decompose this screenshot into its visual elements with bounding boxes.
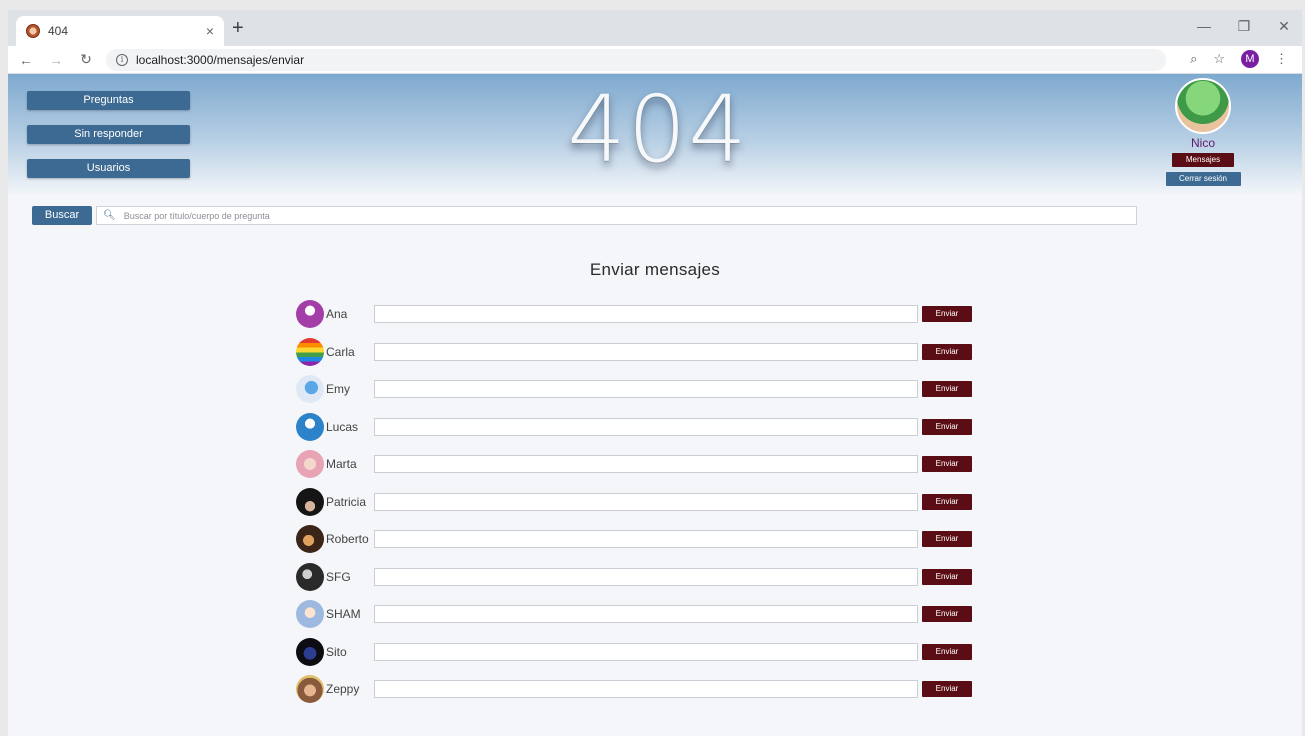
page-title: Enviar mensajes: [589, 260, 721, 279]
window-close-icon[interactable]: ✕: [1276, 18, 1292, 35]
enviar-button[interactable]: Enviar: [922, 643, 972, 660]
header-banner: Preguntas Sin responder Usuarios 404 Nic…: [8, 74, 1302, 194]
message-input[interactable]: [374, 417, 918, 436]
search-bar: Buscar 🔍︎ Buscar por título/cuerpo de pr…: [32, 206, 1137, 225]
new-tab-icon[interactable]: +: [232, 18, 244, 38]
page-content: Preguntas Sin responder Usuarios 404 Nic…: [8, 74, 1302, 736]
enviar-button[interactable]: Enviar: [922, 418, 972, 435]
favicon-icon: [26, 24, 40, 38]
user-row: SHAM Enviar: [296, 599, 972, 629]
message-input[interactable]: [374, 455, 918, 473]
user-avatar[interactable]: [1175, 78, 1231, 134]
user-row-name: Patricia: [326, 494, 367, 509]
user-row-name: Marta: [326, 457, 357, 471]
enviar-button[interactable]: Enviar: [922, 456, 972, 472]
user-row-name: Ana: [326, 307, 348, 321]
nav-sin-responder-button[interactable]: Sin responder: [27, 125, 190, 144]
user-row: SFG Enviar: [296, 562, 972, 592]
browser-window: 404 × + — ❐ ✕ ← → ↻ i localhost:3000/men…: [8, 10, 1302, 736]
user-row: Roberto Enviar: [296, 524, 972, 554]
enviar-button[interactable]: Enviar: [922, 381, 972, 397]
user-row: Lucas Enviar: [296, 412, 972, 442]
user-avatar-icon: [296, 525, 324, 553]
message-input[interactable]: [374, 342, 918, 361]
mensajes-button[interactable]: Mensajes: [1172, 153, 1234, 167]
tab-close-icon[interactable]: ×: [206, 23, 214, 39]
address-bar[interactable]: i localhost:3000/mensajes/enviar: [106, 48, 1166, 71]
user-avatar-icon: [296, 562, 324, 591]
user-avatar-icon: [296, 600, 324, 628]
user-panel: Nico Mensajes Cerrar sesión: [1163, 78, 1243, 186]
user-row: Zeppy Enviar: [296, 674, 972, 704]
message-input[interactable]: [374, 680, 918, 698]
user-avatar-icon: [296, 675, 324, 703]
user-row-name: SHAM: [326, 607, 361, 621]
user-row: Carla Enviar: [296, 337, 972, 367]
message-input[interactable]: [374, 605, 918, 623]
user-avatar-icon: [296, 337, 324, 366]
user-row: Emy Enviar: [296, 374, 972, 404]
tab-strip: 404 × + — ❐ ✕: [8, 10, 1302, 46]
menu-kebab-icon[interactable]: ⋮: [1275, 51, 1288, 67]
restore-icon[interactable]: ❐: [1236, 18, 1252, 35]
user-row-name: Sito: [326, 644, 347, 659]
enviar-button[interactable]: Enviar: [922, 568, 972, 585]
message-input[interactable]: [374, 492, 918, 511]
browser-toolbar: ← → ↻ i localhost:3000/mensajes/enviar ⌕…: [8, 46, 1302, 74]
user-row-name: SFG: [326, 569, 351, 584]
buscar-button[interactable]: Buscar: [32, 206, 92, 225]
reload-icon[interactable]: ↻: [74, 51, 98, 68]
message-input[interactable]: [374, 530, 918, 548]
message-input[interactable]: [374, 642, 918, 661]
user-name[interactable]: Nico: [1163, 136, 1243, 150]
window-controls: — ❐ ✕: [1196, 18, 1292, 35]
user-row: Ana Enviar: [296, 299, 972, 329]
bookmark-star-icon[interactable]: ☆: [1213, 51, 1225, 67]
user-row-name: Carla: [326, 344, 355, 359]
enviar-button[interactable]: Enviar: [922, 531, 972, 547]
user-avatar-icon: [296, 412, 324, 441]
nav-usuarios-button[interactable]: Usuarios: [27, 159, 190, 178]
browser-tab[interactable]: 404 ×: [16, 16, 224, 46]
user-avatar-icon: [296, 300, 324, 328]
message-input[interactable]: [374, 380, 918, 398]
zoom-icon[interactable]: ⌕: [1190, 51, 1197, 67]
user-row-name: Roberto: [326, 532, 369, 546]
search-input[interactable]: 🔍︎ Buscar por título/cuerpo de pregunta: [96, 206, 1137, 225]
site-logo[interactable]: 404: [548, 80, 768, 180]
enviar-button[interactable]: Enviar: [922, 681, 972, 697]
user-avatar-icon: [296, 637, 324, 666]
user-avatar-icon: [296, 375, 324, 403]
message-input[interactable]: [374, 567, 918, 586]
user-row-name: Lucas: [326, 419, 359, 434]
cerrar-sesion-button[interactable]: Cerrar sesión: [1165, 172, 1241, 186]
profile-avatar[interactable]: M: [1241, 50, 1259, 68]
message-input[interactable]: [374, 305, 918, 323]
url-text: localhost:3000/mensajes/enviar: [136, 52, 305, 67]
site-info-icon[interactable]: i: [116, 53, 128, 66]
search-placeholder: Buscar por título/cuerpo de pregunta: [123, 210, 270, 221]
back-icon[interactable]: ←: [14, 52, 38, 68]
user-row: Marta Enviar: [296, 449, 972, 479]
user-row-name: Zeppy: [326, 682, 360, 696]
enviar-button[interactable]: Enviar: [922, 343, 972, 360]
user-row: Sito Enviar: [296, 637, 972, 667]
user-row-name: Emy: [326, 382, 350, 396]
user-avatar-icon: [296, 487, 324, 516]
minimize-icon[interactable]: —: [1196, 18, 1212, 35]
tab-title: 404: [48, 24, 69, 38]
enviar-button[interactable]: Enviar: [922, 306, 972, 322]
enviar-button[interactable]: Enviar: [922, 606, 972, 622]
nav-preguntas-button[interactable]: Preguntas: [27, 91, 190, 110]
forward-icon[interactable]: →: [44, 52, 68, 68]
toolbar-actions: ⌕ ☆ M ⋮: [1190, 50, 1288, 68]
user-row: Patricia Enviar: [296, 487, 972, 517]
enviar-button[interactable]: Enviar: [922, 493, 972, 510]
user-avatar-icon: [296, 450, 324, 478]
search-icon: 🔍︎: [103, 210, 116, 221]
